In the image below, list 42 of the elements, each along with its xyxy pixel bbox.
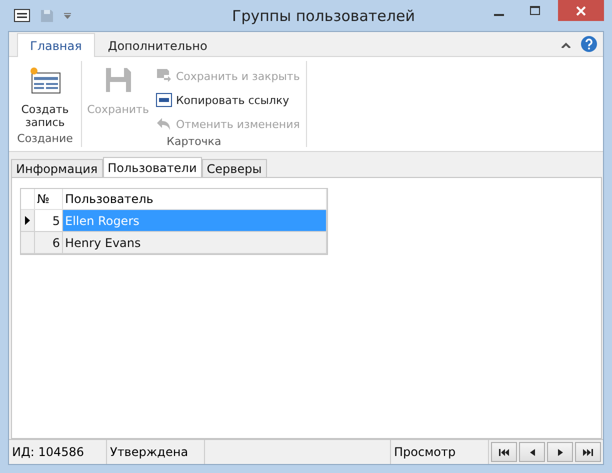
last-icon [583,448,593,456]
tab[interactable]: Пользователи [102,157,202,178]
table-cell: 6 [35,232,63,254]
first-record-button[interactable] [491,442,517,462]
new-record-icon [28,65,62,95]
column-header[interactable]: Пользователь [63,189,327,210]
minimize-icon [494,14,504,16]
undo-icon [156,116,172,132]
close-button[interactable] [558,0,604,21]
last-record-button[interactable] [575,442,601,462]
ribbon-button[interactable]: Копировать ссылку [154,89,302,111]
row-header[interactable] [21,210,35,232]
previous-icon [530,448,534,456]
link-text-icon [156,93,172,107]
tab[interactable]: Серверы [202,159,267,177]
group-caption: Создание [16,132,74,147]
ribbon-tab[interactable]: Главная [17,33,95,57]
current-row-icon [25,216,30,225]
tab[interactable]: Информация [11,159,103,177]
next-record-button[interactable] [547,442,573,462]
table-cell: Henry Evans [63,232,327,254]
table-cell: 5 [35,210,63,232]
view-mode: Просмотр [391,440,489,464]
window-menu-icon[interactable] [14,9,30,22]
help-icon[interactable] [581,36,597,52]
table-cell: Ellen Rogers [63,210,327,232]
record-id: ИД: 104586 [9,440,107,464]
window-title: Группы пользователей [231,6,416,24]
record-state: Утверждена [107,440,205,464]
collapse-ribbon-icon[interactable] [561,42,571,48]
close-icon [576,6,586,16]
grid-corner [21,189,35,210]
group-caption: Карточка [166,135,222,150]
next-icon [558,448,562,456]
ribbon-button[interactable]: Создать запись [13,65,77,132]
maximize-icon [530,6,540,16]
column-header[interactable]: № [35,189,63,210]
first-icon [499,448,509,456]
ribbon-tab[interactable]: Дополнительно [94,33,220,57]
previous-record-button[interactable] [519,442,545,462]
dropdown-icon[interactable] [64,12,71,18]
save-close-icon [156,68,172,84]
